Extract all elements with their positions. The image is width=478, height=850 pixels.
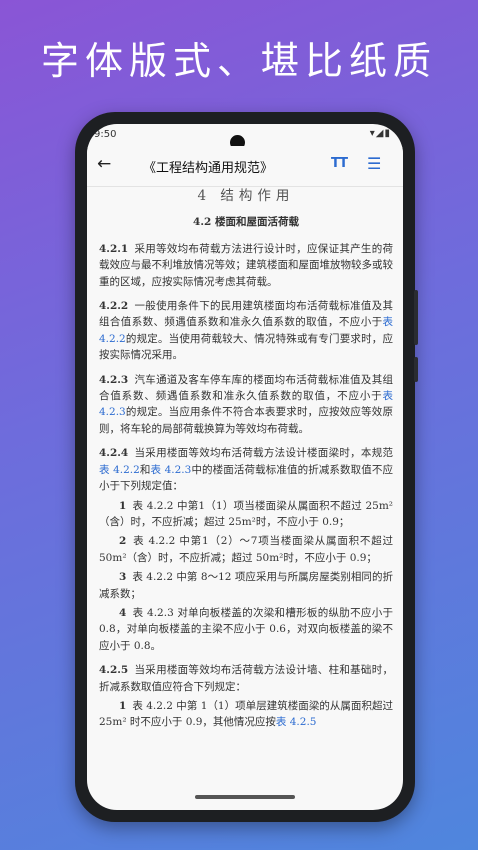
clause-number: 4.2.2: [99, 300, 129, 313]
list-item: 4表 4.2.3 对单向板楼盖的次梁和槽形板的纵肋不应小于 0.8，对单向板楼盖…: [99, 605, 393, 654]
home-indicator[interactable]: [195, 795, 295, 799]
item-text: 表 4.2.3 对单向板楼盖的次梁和槽形板的纵肋不应小于 0.8，对单向板楼盖的…: [99, 606, 393, 652]
table-link[interactable]: 表 4.2.5: [276, 716, 317, 728]
status-icons: ▾◢▮: [369, 128, 391, 139]
list-item: 3表 4.2.2 中第 8～12 项应采用与所属房屋类别相同的折减系数；: [99, 569, 393, 602]
clause-text: 和: [139, 463, 151, 476]
status-time: 9:50: [94, 129, 117, 140]
phone-screen: 9:50 ▾◢▮ ← 《工程结构通用规范》 TT ☰ 4 结构作用 4.2 楼面…: [87, 124, 403, 810]
power-button: [414, 357, 418, 382]
list-item: 1表 4.2.2 中第 1（1）项单层建筑楼面梁的从属面积超过 25m² 时不应…: [99, 698, 393, 731]
item-number: 4: [119, 606, 127, 619]
status-bar: 9:50 ▾◢▮: [87, 124, 403, 146]
clause-4-2-2: 4.2.2 一般使用条件下的民用建筑楼面均布活荷载标准值及其组合值系数、频遇值系数…: [99, 298, 393, 364]
clause-text: 的规定。当使用荷载较大、情况特殊或有专门要求时，应按实际情况采用。: [99, 332, 393, 362]
clause-number: 4.2.3: [99, 373, 129, 386]
text-size-icon[interactable]: TT: [331, 156, 348, 171]
item-text: 表 4.2.2 中第 1（1）项单层建筑楼面梁的从属面积超过 25m² 时不应小…: [99, 699, 393, 729]
clause-number: 4.2.1: [99, 242, 129, 255]
page-title: 《工程结构通用规范》: [143, 161, 274, 176]
clause-text: 一般使用条件下的民用建筑楼面均布活荷载标准值及其组合值系数、频遇值系数和准永久值…: [99, 300, 393, 329]
list-item: 1表 4.2.2 中第1（1）项当楼面梁从属面积不超过 25m²（含）时，不应折…: [99, 498, 393, 531]
list-item: 2表 4.2.2 中第1（2）～7项当楼面梁从属面积不超过 50m²（含）时，不…: [99, 533, 393, 566]
clause-4-2-4: 4.2.4 当采用楼面等效均布活荷载方法设计楼面梁时，本规范表 4.2.2和表 4…: [99, 445, 393, 494]
clause-4-2-5: 4.2.5 当采用楼面等效均布活荷载方法设计墙、柱和基础时，折减系数取值应符合下列…: [99, 662, 393, 695]
item-number: 2: [119, 535, 127, 548]
clause-4-2-3: 4.2.3 汽车通道及客车停车库的楼面均布活荷载标准值及其组合值系数、频遇值系数和…: [99, 372, 393, 438]
clause-4-2-1: 4.2.1 采用等效均布荷载方法进行设计时，应保证其产生的荷载效应与最不利堆放情况…: [99, 241, 393, 290]
phone-frame: 9:50 ▾◢▮ ← 《工程结构通用规范》 TT ☰ 4 结构作用 4.2 楼面…: [75, 112, 418, 822]
table-link[interactable]: 表 4.2.2: [99, 464, 140, 476]
item-text: 表 4.2.2 中第 8～12 项应采用与所属房屋类别相同的折减系数；: [99, 571, 393, 600]
item-text: 表 4.2.2 中第1（1）项当楼面梁从属面积不超过 25m²（含）时，不应折减…: [99, 499, 393, 528]
volume-button: [414, 290, 418, 345]
document-content: 4 结构作用 4.2 楼面和屋面活荷载 4.2.1 采用等效均布荷载方法进行设计时…: [99, 186, 393, 781]
item-number: 1: [119, 499, 127, 512]
item-number: 1: [119, 699, 127, 712]
table-link[interactable]: 表 4.2.3: [151, 464, 192, 476]
chapter-heading: 4 结构作用: [197, 188, 295, 204]
list-icon[interactable]: ☰: [367, 154, 381, 173]
clause-text: 采用等效均布荷载方法进行设计时，应保证其产生的荷载效应与最不利堆放情况等效；建筑…: [99, 242, 393, 288]
clause-number: 4.2.4: [99, 447, 129, 460]
item-text: 表 4.2.2 中第1（2）～7项当楼面梁从属面积不超过 50m²（含）时，不应…: [99, 535, 393, 564]
promo-headline: 字体版式、堪比纸质: [40, 39, 437, 83]
item-number: 3: [119, 571, 127, 584]
clause-number: 4.2.5: [99, 664, 129, 677]
clause-text: 的规定。当应用条件不符合本表要求时，应按效应等效原则，将车轮的局部荷载换算为等效…: [99, 406, 393, 435]
app-bar: ← 《工程结构通用规范》 TT ☰: [87, 146, 403, 187]
clause-text: 汽车通道及客车停车库的楼面均布活荷载标准值及其组合值系数、频遇值系数和准永久值系…: [99, 373, 393, 403]
section-heading: 4.2 楼面和屋面活荷载: [193, 216, 299, 229]
arrow-left-icon[interactable]: ←: [97, 154, 111, 174]
clause-text: 当采用楼面等效均布活荷载方法设计墙、柱和基础时，折减系数取值应符合下列规定：: [99, 664, 393, 693]
clause-text: 当采用楼面等效均布活荷载方法设计楼面梁时，本规范: [134, 447, 393, 460]
